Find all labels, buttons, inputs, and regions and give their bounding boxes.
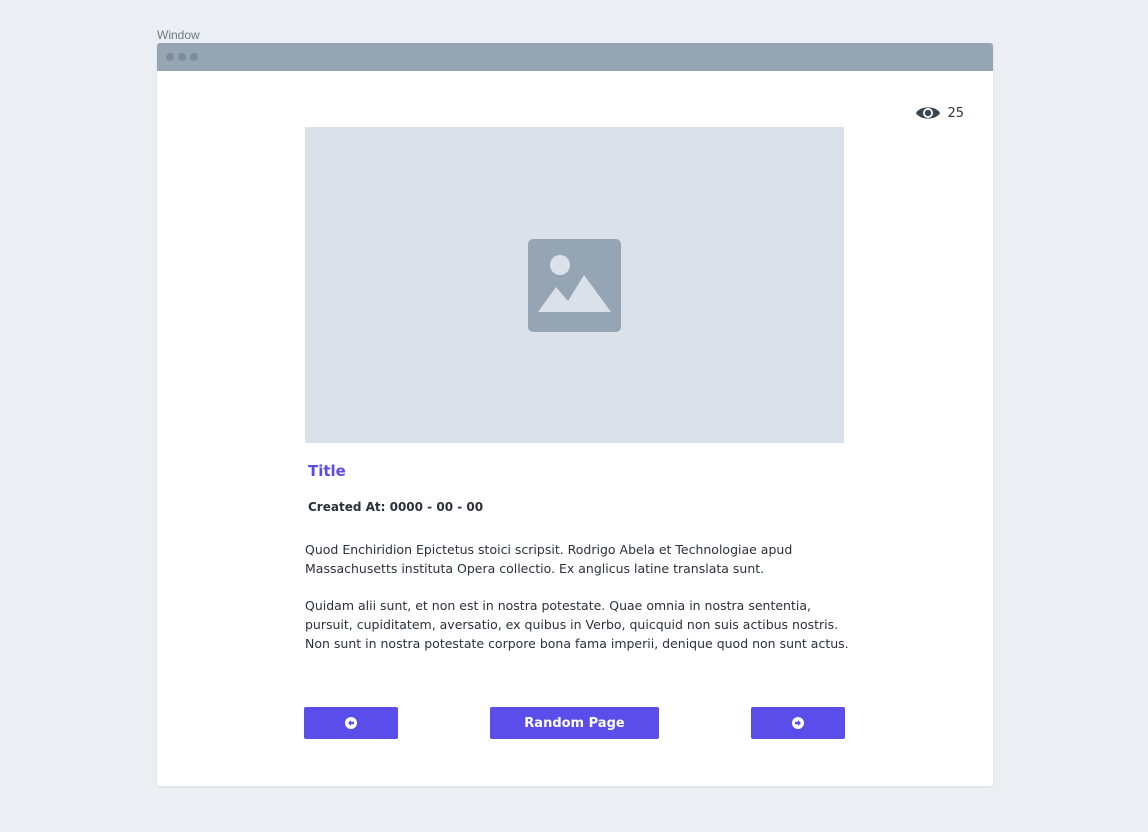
post-paragraph: Quidam alii sunt, et non est in nostra p… bbox=[305, 598, 849, 651]
post-paragraph: Quod Enchiridion Epictetus stoici scrips… bbox=[305, 542, 793, 576]
created-at: Created At: 0000 - 00 - 00 bbox=[308, 500, 484, 514]
window-titlebar bbox=[157, 43, 993, 71]
image-placeholder-icon bbox=[528, 238, 621, 332]
view-counter: 25 bbox=[915, 103, 964, 123]
arrow-right-circle-icon bbox=[792, 717, 804, 729]
view-count: 25 bbox=[947, 105, 964, 121]
window-control-dot[interactable] bbox=[178, 53, 186, 61]
window-label: Window bbox=[157, 28, 200, 42]
window-control-dot[interactable] bbox=[190, 53, 198, 61]
browser-window: 25 Title Created At: 0000 - 00 - 00 Quod… bbox=[157, 43, 993, 786]
previous-page-button[interactable] bbox=[304, 707, 398, 739]
post-body: Quod Enchiridion Epictetus stoici scrips… bbox=[305, 540, 850, 671]
post-title: Title bbox=[308, 462, 346, 480]
eye-icon bbox=[916, 107, 941, 119]
next-page-button[interactable] bbox=[751, 707, 845, 739]
hero-image-placeholder bbox=[305, 127, 844, 443]
random-page-button[interactable]: Random Page bbox=[490, 707, 659, 739]
arrow-left-circle-icon bbox=[345, 717, 357, 729]
window-control-dot[interactable] bbox=[166, 53, 174, 61]
